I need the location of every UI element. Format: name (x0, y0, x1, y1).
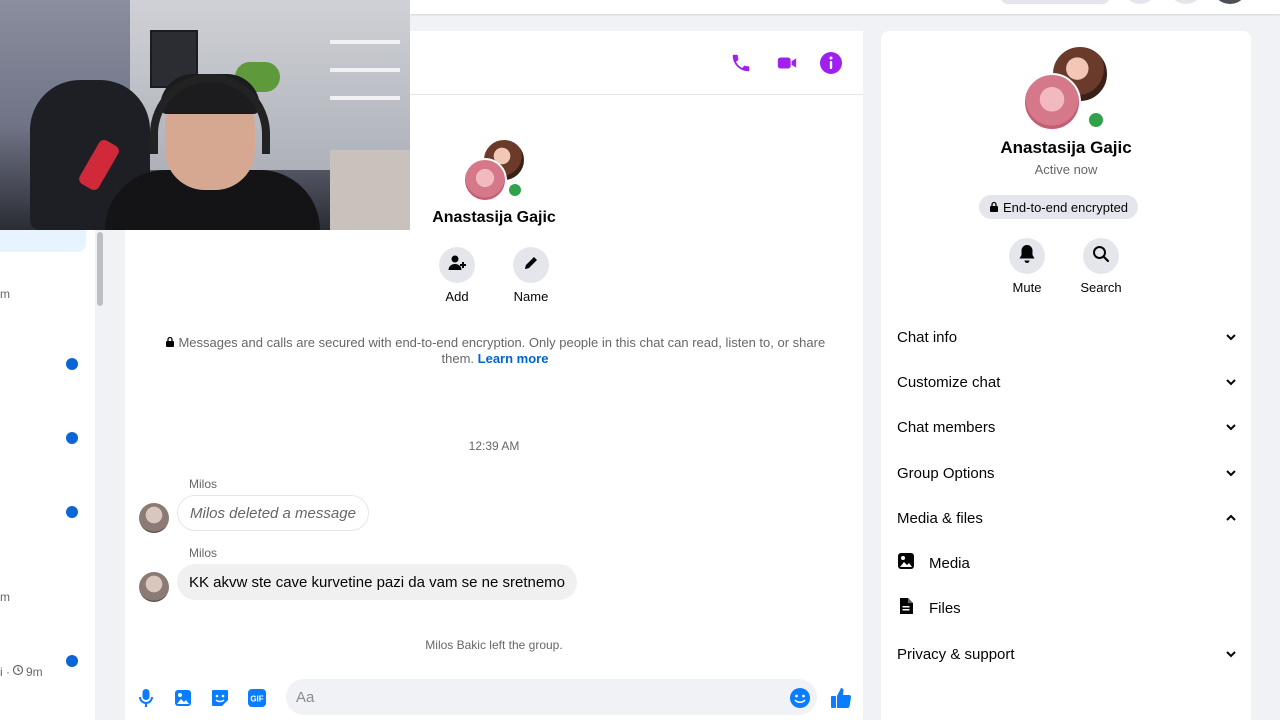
files-label: Files (929, 599, 961, 617)
search-in-conversation-button[interactable] (1083, 238, 1119, 274)
section-label: Group Options (897, 464, 995, 482)
notifications-icon[interactable] (1168, 0, 1204, 4)
section-label: Customize chat (897, 373, 1001, 391)
section-label: Chat info (897, 328, 958, 346)
section-privacy-support[interactable]: Privacy & support (897, 634, 1237, 674)
search-icon (1092, 245, 1110, 268)
history-icon (12, 664, 24, 679)
deleted-message-bubble: Milos deleted a message (177, 495, 369, 531)
encryption-notice: Messages and calls are secured with end-… (155, 335, 835, 367)
sender-avatar[interactable] (139, 503, 169, 533)
mute-label: Mute (1012, 280, 1042, 295)
section-label: Chat members (897, 418, 996, 436)
microphone-icon[interactable] (134, 686, 158, 710)
active-status: Active now (1034, 162, 1098, 177)
unread-dot (66, 506, 78, 518)
menu-icon[interactable] (1122, 0, 1158, 4)
section-chat-members[interactable]: Chat members (897, 407, 1237, 447)
add-member-label: Add (445, 289, 469, 304)
unread-dot (66, 655, 78, 667)
top-header (410, 0, 1280, 14)
chat-list-meta: m (0, 590, 10, 604)
emoji-icon[interactable] (788, 686, 812, 710)
chat-list-scrollbar[interactable] (97, 232, 103, 306)
add-person-icon (447, 253, 467, 278)
section-chat-info[interactable]: Chat info (897, 317, 1237, 357)
rename-button[interactable] (513, 247, 549, 283)
chevron-down-icon (1225, 418, 1237, 436)
thumbs-up-icon[interactable] (829, 686, 853, 710)
section-customize-chat[interactable]: Customize chat (897, 362, 1237, 402)
account-avatar[interactable] (1212, 0, 1248, 4)
chevron-up-icon (1225, 509, 1237, 527)
section-media-files[interactable]: Media & files (897, 498, 1237, 538)
chevron-down-icon (1225, 328, 1237, 346)
chevron-down-icon (1225, 464, 1237, 482)
member-avatar (1023, 73, 1081, 131)
files-item[interactable]: Files (897, 588, 1237, 628)
rename-label: Name (513, 289, 549, 304)
message-input[interactable] (286, 679, 817, 715)
section-label: Media & files (897, 509, 983, 527)
encryption-badge: End-to-end encrypted (979, 195, 1139, 219)
image-icon[interactable] (171, 686, 195, 710)
wall-shelf (330, 40, 400, 44)
chat-list-meta: m (0, 287, 10, 301)
encryption-badge-label: End-to-end encrypted (1003, 199, 1129, 215)
search-label: Search (1080, 280, 1122, 295)
media-icon (897, 552, 915, 575)
wall-shelf (330, 96, 400, 100)
message-composer: GIF (125, 676, 863, 720)
media-item[interactable]: Media (897, 543, 1237, 583)
info-panel-title: Anastasija Gajic (1000, 138, 1132, 157)
desk (330, 150, 410, 230)
section-label: Privacy & support (897, 645, 1015, 663)
member-avatar (463, 158, 507, 202)
svg-text:GIF: GIF (250, 695, 263, 704)
group-avatar (463, 138, 526, 202)
bell-icon (1018, 244, 1036, 269)
phone-call-icon[interactable] (729, 51, 753, 75)
media-label: Media (929, 554, 970, 572)
video-call-icon[interactable] (775, 51, 799, 75)
file-icon (897, 597, 915, 620)
sender-name: Milos (189, 477, 218, 491)
unread-dot (66, 432, 78, 444)
gif-icon[interactable]: GIF (245, 686, 269, 710)
message-timestamp: 12:39 AM (468, 439, 520, 453)
chat-list-meta: i · (0, 664, 10, 679)
lock-icon (165, 335, 179, 350)
sticker-icon[interactable] (208, 686, 232, 710)
chevron-down-icon (1225, 373, 1237, 391)
conversation-title: Anastasija Gajic (432, 209, 556, 226)
online-indicator (507, 182, 523, 198)
online-indicator (1087, 111, 1105, 129)
system-message: Milos Bakic left the group. (425, 638, 563, 652)
learn-more-link[interactable]: Learn more (478, 351, 549, 366)
sender-name: Milos (189, 546, 218, 560)
chat-list-meta: 9m (26, 664, 43, 679)
group-avatar-large (1023, 45, 1109, 131)
conversation-info-panel: Anastasija Gajic Active now End-to-end e… (881, 31, 1251, 720)
wall-shelf (330, 68, 400, 72)
chevron-down-icon (1225, 645, 1237, 663)
pencil-icon (522, 254, 540, 277)
message-bubble[interactable]: KK akvw ste cave kurvetine pazi da vam s… (177, 564, 578, 600)
info-icon[interactable] (819, 51, 843, 75)
section-group-options[interactable]: Group Options (897, 453, 1237, 493)
webcam-overlay (0, 0, 410, 230)
mute-button[interactable] (1009, 238, 1045, 274)
chat-list-meta-row: i · 9m (0, 664, 43, 679)
unread-dot (66, 358, 78, 370)
header-search-pill[interactable] (1000, 0, 1110, 4)
lock-icon (989, 200, 999, 215)
sender-avatar[interactable] (139, 572, 169, 602)
add-member-button[interactable] (439, 247, 475, 283)
